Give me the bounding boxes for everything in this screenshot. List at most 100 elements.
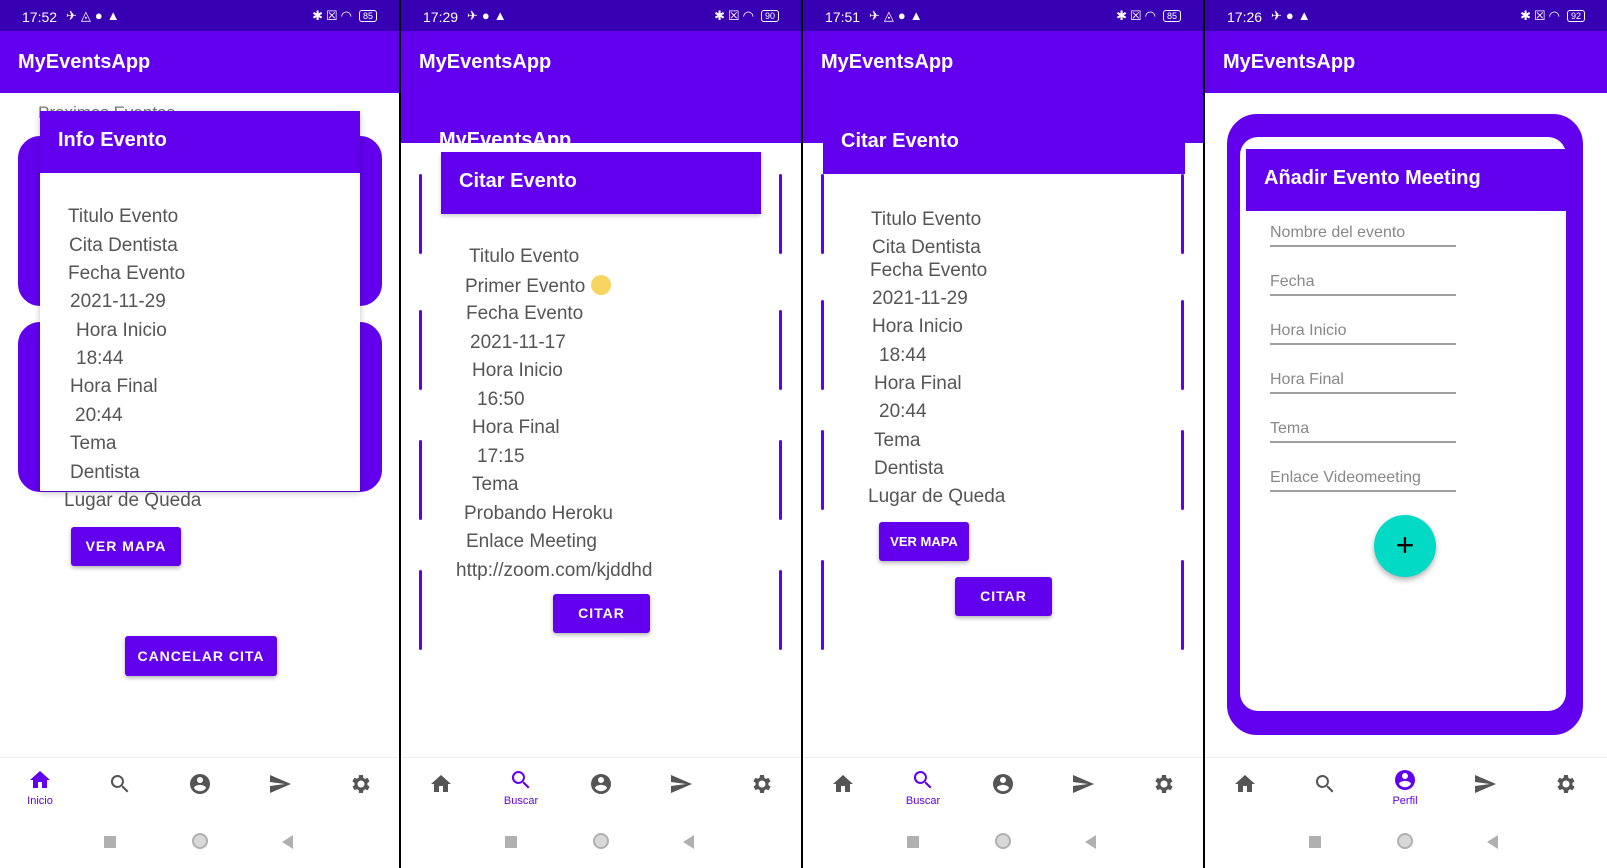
recents-button[interactable] xyxy=(1309,836,1321,848)
nav-search-label: Buscar xyxy=(905,795,941,807)
home-icon xyxy=(30,771,50,788)
notification-icons: ✈●▲ xyxy=(1271,8,1315,23)
info-item: 20:44 xyxy=(879,401,927,422)
recents-button[interactable] xyxy=(907,836,919,848)
screen-info-evento: 17:52 ✈◬●▲ ✱☒◠85 MyEventsApp Proximos Ev… xyxy=(0,0,401,868)
nav-profile[interactable] xyxy=(170,758,230,818)
info-item: Lugar de Queda xyxy=(868,486,1006,507)
account-icon xyxy=(190,774,210,794)
cancelar-cita-button[interactable]: CANCELAR CITA xyxy=(125,636,277,676)
fecha-field[interactable]: Fecha xyxy=(1270,273,1456,296)
bottom-navigation: Buscar xyxy=(803,757,1203,818)
citar-button[interactable]: CITAR xyxy=(553,594,650,633)
card-edge xyxy=(821,174,824,254)
nav-settings[interactable] xyxy=(1133,758,1193,818)
citar-button[interactable]: CITAR xyxy=(955,577,1052,616)
info-item: 18:44 xyxy=(879,345,927,366)
nav-profile[interactable]: Perfil xyxy=(1375,758,1435,818)
search-icon xyxy=(110,775,129,793)
info-item: Hora Final xyxy=(472,417,560,438)
nav-send[interactable] xyxy=(1455,758,1515,818)
nav-settings[interactable] xyxy=(731,758,791,818)
nav-search[interactable] xyxy=(1295,758,1355,818)
meeting-link[interactable]: http://zoom.com/kjddhd xyxy=(456,560,652,582)
info-item: Dentista xyxy=(70,462,140,483)
nav-send[interactable] xyxy=(1053,758,1113,818)
back-button[interactable] xyxy=(1487,835,1498,849)
enlace-videomeeting-field[interactable]: Enlace Videomeeting xyxy=(1270,469,1456,492)
card-edge xyxy=(419,174,422,254)
app-title: MyEventsApp xyxy=(419,51,552,73)
send-icon xyxy=(1073,775,1094,793)
nav-settings[interactable] xyxy=(1535,758,1595,818)
nav-profile[interactable] xyxy=(571,758,631,818)
status-bar: 17:51 ✈◬●▲ ✱☒◠ 85 xyxy=(803,0,1203,31)
back-button[interactable] xyxy=(1085,835,1096,849)
back-button[interactable] xyxy=(282,835,293,849)
status-time: 17:26 xyxy=(1227,9,1263,25)
home-button[interactable] xyxy=(1397,833,1413,849)
status-time: 17:52 xyxy=(22,9,58,25)
account-icon xyxy=(591,774,611,794)
app-bar: MyEventsApp MyEventsApp xyxy=(401,31,801,151)
nav-send[interactable] xyxy=(250,758,310,818)
notification-icons: ✈◬●▲ xyxy=(869,8,927,23)
app-bar: MyEventsApp xyxy=(1205,31,1607,93)
nav-profile[interactable] xyxy=(973,758,1033,818)
nav-search[interactable] xyxy=(90,758,150,818)
card-edge xyxy=(821,300,824,390)
nav-home[interactable]: Inicio xyxy=(10,758,70,818)
info-item: Hora Final xyxy=(874,373,962,394)
home-button[interactable] xyxy=(995,833,1011,849)
info-item: Cita Dentista xyxy=(69,235,178,256)
info-item: Fecha Evento xyxy=(466,303,584,324)
card-edge xyxy=(419,310,422,390)
screen-citar-evento: 17:51 ✈◬●▲ ✱☒◠ 85 MyEventsApp Citar Event… xyxy=(803,0,1205,868)
nav-profile-label: Perfil xyxy=(1392,795,1418,807)
gear-icon xyxy=(753,775,771,793)
system-icons: ✱☒◠ 90 xyxy=(714,8,779,24)
home-button[interactable] xyxy=(192,833,208,849)
app-title: MyEventsApp xyxy=(18,51,151,73)
info-item: Tema xyxy=(874,430,921,451)
gear-icon xyxy=(1155,775,1173,793)
screen-citar-evento-meeting: 17:29 ✈●▲ ✱☒◠ 90 MyEventsApp MyEventsApp … xyxy=(401,0,803,868)
ver-mapa-button[interactable]: VER MAPA xyxy=(879,522,969,561)
info-item: 18:44 xyxy=(76,348,124,369)
info-item: Tema xyxy=(472,474,519,495)
recents-button[interactable] xyxy=(104,836,116,848)
nav-home[interactable] xyxy=(411,758,471,818)
nav-send[interactable] xyxy=(651,758,711,818)
system-navigation xyxy=(1205,820,1607,868)
ver-mapa-button[interactable]: VER MAPA xyxy=(71,527,181,566)
nav-search[interactable]: Buscar xyxy=(491,758,551,818)
info-item: 2021-11-29 xyxy=(872,288,968,309)
card-edge xyxy=(1181,300,1184,390)
hora-final-field[interactable]: Hora Final xyxy=(1270,371,1456,394)
account-icon xyxy=(993,774,1013,794)
app-title: MyEventsApp xyxy=(1223,51,1356,73)
tema-field[interactable]: Tema xyxy=(1270,420,1456,443)
card-edge xyxy=(779,174,782,254)
home-button[interactable] xyxy=(593,833,609,849)
info-item: Titulo Evento xyxy=(469,246,580,267)
home-icon xyxy=(833,775,853,792)
card-edge xyxy=(779,440,782,520)
nav-search[interactable]: Buscar xyxy=(893,758,953,818)
nombre-evento-field[interactable]: Nombre del evento xyxy=(1270,224,1456,247)
back-button[interactable] xyxy=(683,835,694,849)
info-item: Lugar de Queda xyxy=(64,490,202,511)
dialog-title: Añadir Evento Meeting xyxy=(1264,167,1481,189)
info-item: Hora Inicio xyxy=(872,316,963,337)
info-item: Enlace Meeting xyxy=(466,531,597,552)
info-item: Hora Inicio xyxy=(76,320,167,341)
nav-home[interactable] xyxy=(813,758,873,818)
send-icon xyxy=(671,775,692,793)
nav-settings[interactable] xyxy=(330,758,390,818)
info-item: Fecha Evento xyxy=(870,260,988,281)
recents-button[interactable] xyxy=(505,836,517,848)
hora-inicio-field[interactable]: Hora Inicio xyxy=(1270,322,1456,345)
add-fab-button[interactable]: + xyxy=(1374,515,1436,577)
system-navigation xyxy=(803,820,1203,868)
nav-home[interactable] xyxy=(1215,758,1275,818)
